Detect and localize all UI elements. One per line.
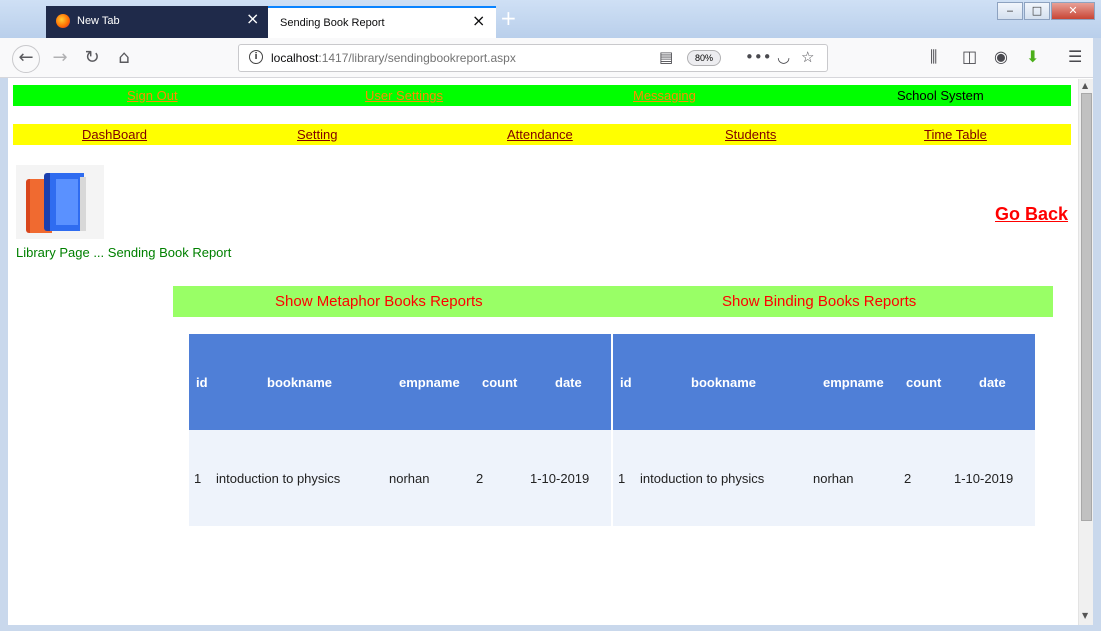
- column-header: empname: [399, 375, 460, 390]
- table-cell: 1-10-2019: [530, 471, 590, 486]
- back-icon[interactable]: ←: [12, 45, 40, 73]
- go-back-link[interactable]: Go Back: [995, 204, 1068, 225]
- minimize-icon[interactable]: ‒: [997, 2, 1023, 20]
- main-nav-bar: DashBoard Setting Attendance Students Ti…: [13, 124, 1071, 145]
- close-tab-icon[interactable]: ×: [246, 11, 259, 27]
- tab-sending-book-report[interactable]: Sending Book Report ×: [268, 6, 496, 38]
- table-cell: intoduction to physics: [640, 471, 765, 486]
- close-window-icon[interactable]: ✕: [1051, 2, 1095, 20]
- column-header: empname: [823, 375, 884, 390]
- column-header: bookname: [267, 375, 333, 390]
- bookmark-star-icon[interactable]: ☆: [801, 48, 814, 66]
- library-icon[interactable]: ⫼: [930, 47, 937, 67]
- window-frame: [1093, 38, 1101, 631]
- new-tab-button[interactable]: +: [500, 8, 517, 28]
- library-books-icon: [16, 165, 104, 239]
- column-header: id: [196, 375, 208, 390]
- sidebar-icon[interactable]: ◫: [962, 47, 977, 66]
- breadcrumb: Library Page ... Sending Book Report: [16, 245, 232, 260]
- top-nav-bar: Sign Out User Settings Messaging School …: [13, 85, 1071, 106]
- window-frame: [0, 625, 1101, 631]
- home-icon[interactable]: ⌂: [110, 45, 138, 73]
- table-cell: 1: [618, 471, 626, 486]
- info-icon[interactable]: i: [249, 50, 263, 64]
- scroll-down-icon[interactable]: ▼: [1082, 611, 1088, 620]
- url-text[interactable]: localhost:1417/library/sendingbookreport…: [271, 51, 516, 65]
- table-row: 1 intoduction to physics norhan 2 1-10-2…: [613, 430, 1035, 526]
- table-cell: intoduction to physics: [216, 471, 341, 486]
- zoom-level[interactable]: 80%: [687, 50, 721, 66]
- nav-time-table-link[interactable]: Time Table: [924, 127, 987, 142]
- metaphor-report-table: id bookname empname count date 1 intoduc…: [189, 334, 611, 526]
- tab-title: Sending Book Report: [280, 17, 385, 29]
- reader-view-icon[interactable]: ▤: [659, 48, 673, 66]
- menu-icon[interactable]: ☰: [1068, 47, 1082, 66]
- column-header: date: [555, 375, 582, 390]
- table-cell: 1-10-2019: [954, 471, 1014, 486]
- tab-new-tab[interactable]: New Tab ×: [46, 6, 268, 38]
- scrollbar-thumb[interactable]: [1081, 93, 1092, 521]
- table-row: 1 intoduction to physics norhan 2 1-10-2…: [189, 430, 611, 526]
- window-controls: ‒ □ ✕: [996, 2, 1095, 22]
- window-frame: [0, 78, 8, 631]
- reload-icon[interactable]: ↻: [78, 45, 106, 73]
- vertical-scrollbar[interactable]: ▲ ▼: [1078, 79, 1093, 625]
- firefox-icon: [56, 14, 70, 28]
- pocket-icon[interactable]: ◡: [777, 48, 790, 66]
- page-actions-icon[interactable]: •••: [745, 48, 772, 66]
- nav-attendance-link[interactable]: Attendance: [507, 127, 573, 142]
- table-cell: 1: [194, 471, 202, 486]
- address-bar[interactable]: i localhost:1417/library/sendingbookrepo…: [238, 44, 828, 72]
- nav-setting-link[interactable]: Setting: [297, 127, 337, 142]
- report-switch-bar: Show Metaphor Books Reports Show Binding…: [173, 286, 1053, 317]
- download-icon[interactable]: ⬇: [1026, 47, 1039, 66]
- table-header-row: id bookname empname count date: [189, 334, 611, 430]
- tab-title: New Tab: [77, 15, 120, 27]
- table-header-row: id bookname empname count date: [613, 334, 1035, 430]
- user-settings-link[interactable]: User Settings: [365, 88, 443, 103]
- table-cell: 2: [476, 471, 484, 486]
- maximize-icon[interactable]: □: [1024, 2, 1050, 20]
- column-header: count: [906, 375, 942, 390]
- account-icon[interactable]: ◉: [994, 47, 1008, 66]
- sign-out-link[interactable]: Sign Out: [127, 88, 178, 103]
- binding-report-table: id bookname empname count date 1 intoduc…: [613, 334, 1035, 526]
- show-metaphor-reports-link[interactable]: Show Metaphor Books Reports: [275, 293, 483, 310]
- nav-students-link[interactable]: Students: [725, 127, 776, 142]
- show-binding-reports-link[interactable]: Show Binding Books Reports: [722, 293, 916, 310]
- tab-strip: New Tab × Sending Book Report × + ‒ □ ✕: [0, 0, 1101, 38]
- nav-dashboard-link[interactable]: DashBoard: [82, 127, 147, 142]
- column-header: id: [620, 375, 632, 390]
- table-cell: 2: [904, 471, 912, 486]
- brand-title: School System: [897, 88, 984, 103]
- close-tab-icon[interactable]: ×: [472, 13, 485, 29]
- column-header: date: [979, 375, 1006, 390]
- column-header: count: [482, 375, 518, 390]
- messaging-link[interactable]: Messaging: [633, 88, 696, 103]
- column-header: bookname: [691, 375, 757, 390]
- table-cell: norhan: [389, 471, 430, 486]
- browser-toolbar: ← → ↻ ⌂ i localhost:1417/library/sending…: [0, 38, 1101, 78]
- table-cell: norhan: [813, 471, 854, 486]
- page-viewport: Sign Out User Settings Messaging School …: [8, 79, 1078, 625]
- scroll-up-icon[interactable]: ▲: [1082, 81, 1088, 90]
- forward-icon[interactable]: →: [46, 45, 74, 73]
